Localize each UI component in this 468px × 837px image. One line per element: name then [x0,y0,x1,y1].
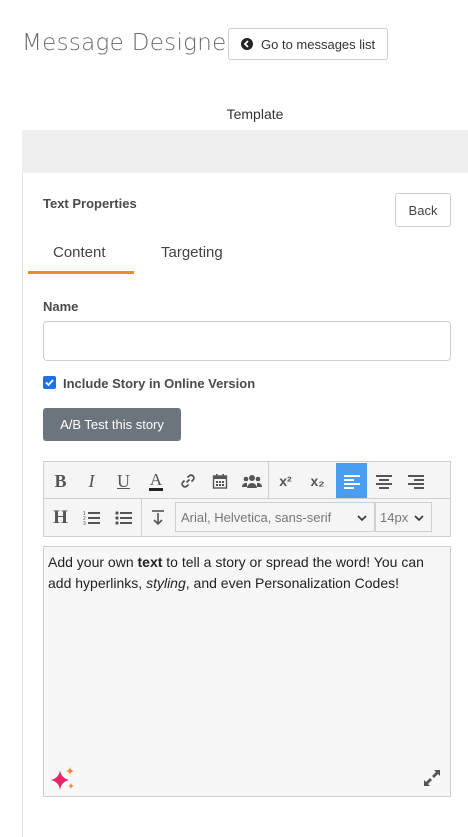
svg-text:A: A [149,470,162,489]
subscript-icon[interactable]: x₂ [302,465,333,497]
ai-sparkle-icon[interactable] [49,766,77,792]
font-color-icon[interactable]: A [140,465,171,497]
link-icon[interactable] [172,465,203,497]
align-right-icon[interactable] [400,465,431,497]
editor-text: , and even Personalization Codes! [185,575,399,591]
heading-icon[interactable]: H [45,502,76,534]
back-button[interactable]: Back [395,193,451,227]
template-label: Template [226,106,284,122]
ab-test-button[interactable]: A/B Test this story [43,408,181,441]
tab-content[interactable]: Content [53,244,106,261]
include-story-label: Include Story in Online Version [63,376,256,391]
italic-icon[interactable]: I [76,465,107,497]
ordered-list-icon[interactable]: 123 [76,502,107,534]
line-height-icon[interactable] [142,502,173,534]
active-tab-indicator [28,271,134,274]
editor-italic-text: styling [146,575,186,591]
editor-bold-text: text [137,554,163,570]
tab-targeting[interactable]: Targeting [161,244,223,261]
calendar-icon[interactable] [204,465,235,497]
template-preview-band [22,130,468,173]
toolbar-divider [268,462,269,498]
chevron-down-icon [357,515,367,522]
font-size-value: 14px [380,509,409,525]
panel-title: Text Properties [43,196,137,211]
toolbar-row-divider [44,498,450,499]
chevron-down-icon [414,515,424,522]
include-story-checkbox[interactable] [43,376,56,389]
superscript-icon[interactable]: x² [270,465,301,497]
underline-icon[interactable]: U [108,465,139,497]
arrow-circle-left-icon [241,38,253,50]
bold-icon[interactable]: B [45,465,76,497]
name-label: Name [43,299,79,314]
go-to-messages-list-button[interactable]: Go to messages list [228,28,388,60]
align-center-icon[interactable] [368,465,399,497]
expand-icon[interactable] [422,768,442,788]
font-size-select[interactable]: 14px [375,502,432,532]
checkmark-icon [45,379,54,387]
font-family-value: Arial, Helvetica, sans-serif [181,509,332,525]
svg-text:3: 3 [83,521,86,526]
page-title: Message Designer [22,30,237,56]
go-to-messages-list-label: Go to messages list [261,36,376,52]
name-input[interactable] [43,321,451,361]
editor-toolbar: B I U A x² x₂ H 123 Arial, Helvetica, sa… [43,461,451,537]
font-family-select[interactable]: Arial, Helvetica, sans-serif [175,502,375,532]
editor-text: Add your own [48,554,138,570]
unordered-list-icon[interactable] [108,502,139,534]
story-text-editor[interactable]: Add your own text to tell a story or spr… [43,546,451,797]
align-left-icon[interactable] [336,463,367,498]
users-icon[interactable] [236,465,267,497]
